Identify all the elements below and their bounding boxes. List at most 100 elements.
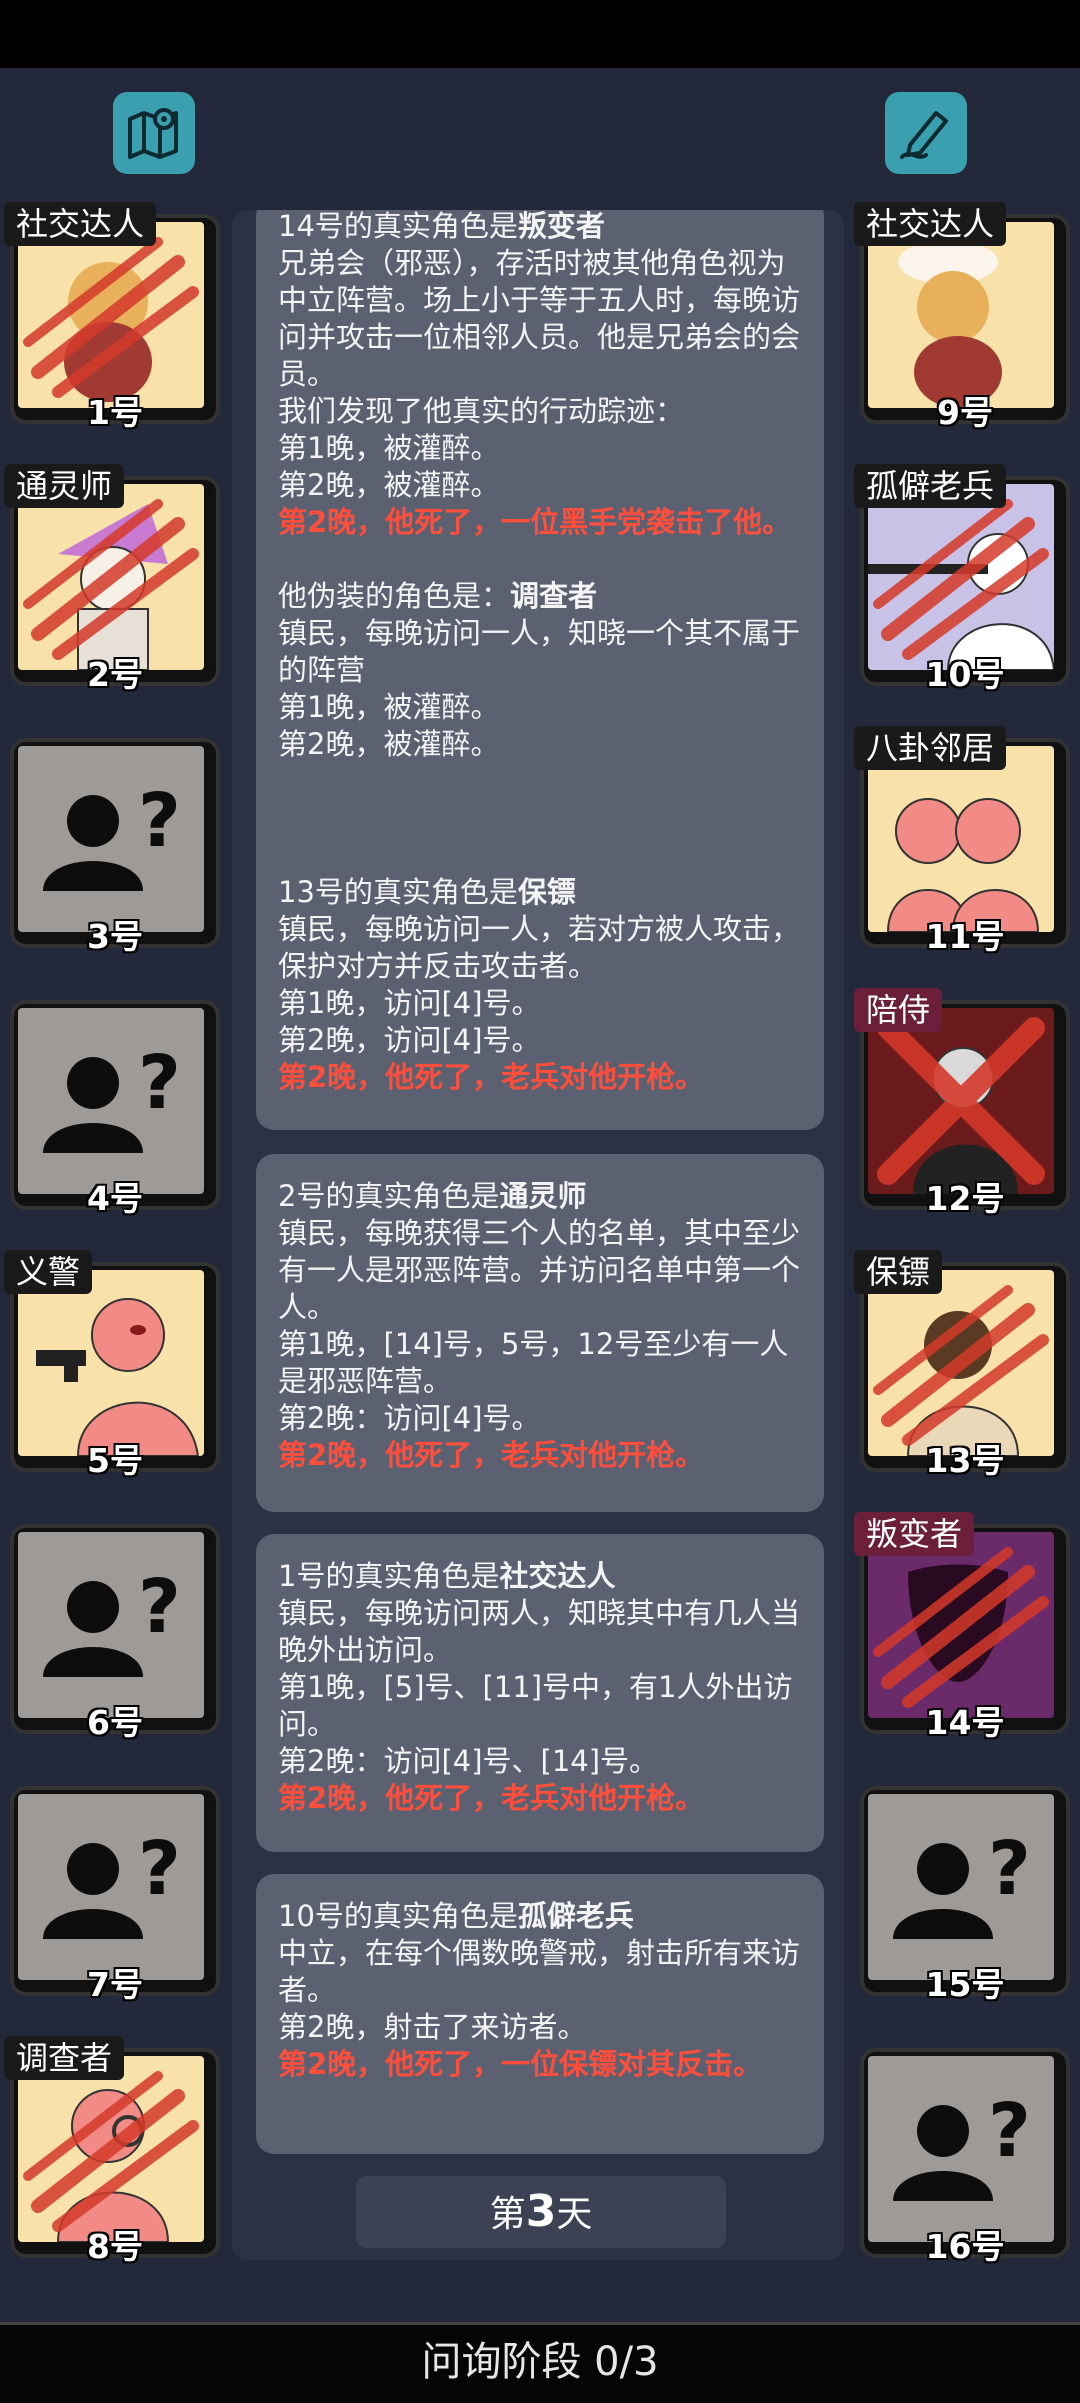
- player-slot-4[interactable]: ? 4号: [10, 1000, 220, 1218]
- report-line: 兄弟会（邪恶），存活时被其他角色视为中立阵营。场上小于等于五人时，每晚访问并攻击…: [278, 246, 801, 391]
- player-portrait: [18, 2056, 204, 2242]
- svg-text:?: ?: [138, 778, 181, 864]
- report-death: 第2晚，他死了，老兵对他开枪。: [278, 1781, 705, 1815]
- player-slot-3[interactable]: ? 3号: [10, 738, 220, 956]
- report-card-1: 1号的真实角色是社交达人 镇民，每晚访问两人，知晓其中有几人当晚外出访问。 第1…: [256, 1534, 824, 1852]
- report-line: 中立，在每个偶数晚警戒，射击所有来访者。: [278, 1936, 801, 2007]
- player-slot-15[interactable]: ? 15号: [860, 1786, 1070, 2004]
- night-report-panel[interactable]: 14号的真实角色是叛变者 兄弟会（邪恶），存活时被其他角色视为中立阵营。场上小于…: [232, 210, 844, 2260]
- player-slot-2[interactable]: 通灵师 2号: [4, 464, 220, 694]
- player-slot-12[interactable]: 陪侍 12号: [854, 988, 1070, 1218]
- player-number: 4号: [87, 1179, 143, 1218]
- report-title-role: 通灵师: [499, 1179, 587, 1213]
- player-number: 14号: [925, 1703, 1005, 1742]
- report-death: 第2晚，他死了，一位保镖对其反击。: [278, 2047, 763, 2081]
- player-number: 13号: [925, 1441, 1005, 1480]
- role-tag: 通灵师: [4, 464, 125, 508]
- player-number: 1号: [87, 393, 143, 432]
- unknown-player-icon: ?: [868, 1794, 1054, 1980]
- unknown-player-icon: ?: [18, 746, 204, 932]
- player-number: 7号: [87, 1965, 143, 2004]
- player-slot-10[interactable]: 孤僻老兵 10号: [854, 464, 1070, 694]
- role-tag: 陪侍: [854, 988, 943, 1032]
- player-number: 8号: [87, 2227, 143, 2266]
- report-line: 第2晚，访问[4]号。: [278, 1023, 541, 1057]
- player-slot-6[interactable]: ? 6号: [10, 1524, 220, 1742]
- phase-bar[interactable]: 问询阶段 0/3: [0, 2322, 1080, 2403]
- day-number: 3: [525, 2186, 557, 2237]
- player-portrait: [868, 1008, 1054, 1194]
- role-tag: 社交达人: [4, 202, 157, 246]
- player-portrait: [868, 222, 1054, 408]
- day-prefix: 第: [489, 2194, 526, 2235]
- player-portrait: [868, 746, 1054, 932]
- report-death: 第2晚，他死了，一位黑手党袭击了他。: [278, 505, 792, 539]
- unknown-player-icon: ?: [18, 1008, 204, 1194]
- report-card-2: 2号的真实角色是通灵师 镇民，每晚获得三个人的名单，其中至少有一人是邪恶阵营。并…: [256, 1154, 824, 1512]
- report-title-prefix: 14号的真实角色是: [278, 210, 518, 243]
- player-slot-16[interactable]: ? 16号: [860, 2048, 1070, 2266]
- player-number: 6号: [87, 1703, 143, 1742]
- report-card-10: 10号的真实角色是孤僻老兵 中立，在每个偶数晚警戒，射击所有来访者。 第2晚，射…: [256, 1874, 824, 2154]
- report-title-prefix: 2号的真实角色是: [278, 1179, 500, 1213]
- player-portrait: [18, 484, 204, 670]
- player-portrait: [18, 1270, 204, 1456]
- report-title-prefix: 10号的真实角色是: [278, 1899, 518, 1933]
- role-tag: 调查者: [4, 2036, 125, 2080]
- player-number: 15号: [925, 1965, 1005, 2004]
- report-line: 第1晚，访问[4]号。: [278, 986, 541, 1020]
- player-slot-14[interactable]: 叛变者 14号: [854, 1512, 1070, 1742]
- player-portrait: [868, 484, 1054, 670]
- report-line: 第2晚，射击了来访者。: [278, 2010, 587, 2044]
- report-death: 第2晚，他死了，老兵对他开枪。: [278, 1438, 705, 1472]
- unknown-player-icon: ?: [18, 1794, 204, 1980]
- day-indicator-button[interactable]: 第3天: [356, 2176, 726, 2248]
- report-line: 第2晚，被灌醉。: [278, 727, 500, 761]
- player-number: 3号: [87, 917, 143, 956]
- notes-button[interactable]: [885, 92, 967, 174]
- player-portrait: [868, 1270, 1054, 1456]
- player-number: 2号: [87, 655, 143, 694]
- player-slot-13[interactable]: 保镖 13号: [854, 1250, 1070, 1480]
- player-number: 12号: [925, 1179, 1005, 1218]
- svg-text:?: ?: [138, 1040, 181, 1126]
- map-button[interactable]: [113, 92, 195, 174]
- unknown-player-icon: ?: [18, 1532, 204, 1718]
- pen-edit-icon: [900, 111, 948, 159]
- role-tag: 社交达人: [854, 202, 1007, 246]
- player-number: 16号: [925, 2227, 1005, 2266]
- report-title-prefix: 1号的真实角色是: [278, 1559, 500, 1593]
- report-line: 第1晚，[14]号，5号，12号至少有一人是邪恶阵营。: [278, 1327, 789, 1398]
- player-slot-7[interactable]: ? 7号: [10, 1786, 220, 2004]
- player-number: 9号: [937, 393, 993, 432]
- phase-label: 问询阶段 0/3: [421, 2339, 659, 2385]
- player-slot-8[interactable]: 调查者 8号: [4, 2036, 220, 2266]
- player-portrait: [868, 1532, 1054, 1718]
- player-slot-11[interactable]: 八卦邻居 11号: [854, 726, 1070, 956]
- player-slot-5[interactable]: 义警 5号: [4, 1250, 220, 1480]
- day-suffix: 天: [556, 2194, 593, 2235]
- role-tag: 八卦邻居: [854, 726, 1007, 770]
- svg-text:?: ?: [988, 1826, 1031, 1912]
- role-tag: 叛变者: [854, 1512, 975, 1556]
- player-slot-1[interactable]: 社交达人 1号: [4, 202, 220, 432]
- report-line: 第2晚：访问[4]号。: [278, 1401, 541, 1435]
- report-line: 镇民，每晚访问两人，知晓其中有几人当晚外出访问。: [278, 1596, 801, 1667]
- svg-text:?: ?: [138, 1826, 181, 1912]
- report-line: 镇民，每晚获得三个人的名单，其中至少有一人是邪恶阵营。并访问名单中第一个人。: [278, 1216, 801, 1324]
- report-line: 第2晚：访问[4]号、[14]号。: [278, 1744, 659, 1778]
- player-number: 10号: [925, 655, 1005, 694]
- report-line: 第1晚，被灌醉。: [278, 690, 500, 724]
- role-tag: 义警: [4, 1250, 93, 1294]
- fake-role-name: 调查者: [510, 579, 598, 613]
- map-pin-icon: [128, 108, 178, 159]
- player-slot-9[interactable]: 社交达人 9号: [854, 202, 1070, 432]
- svg-text:?: ?: [988, 2088, 1031, 2174]
- player-number: 11号: [925, 917, 1005, 956]
- report-death: 第2晚，他死了，老兵对他开枪。: [278, 1060, 705, 1094]
- report-card-13: 13号的真实角色是保镖 镇民，每晚访问一人，若对方被人攻击，保护对方并反击攻击者…: [256, 850, 824, 1130]
- fake-role-prefix: 他伪装的角色是：: [278, 579, 511, 613]
- report-line: 第2晚，被灌醉。: [278, 468, 500, 502]
- role-tag: 保镖: [854, 1250, 943, 1294]
- report-line: 我们发现了他真实的行动踪迹：: [278, 394, 685, 428]
